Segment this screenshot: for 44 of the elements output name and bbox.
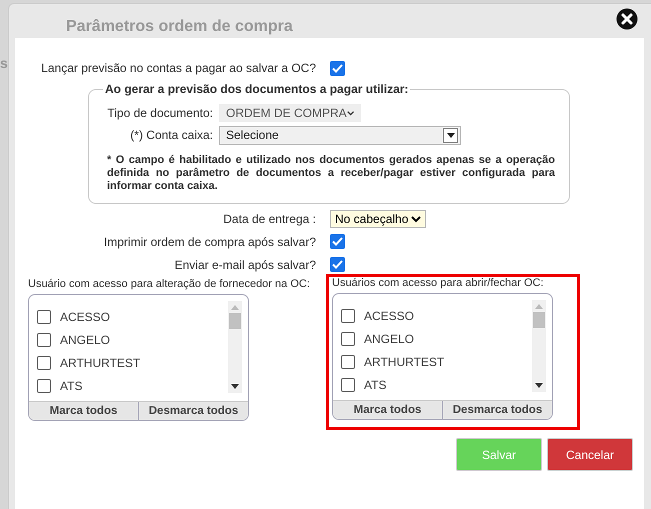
cash-account-select[interactable]: Selecione <box>219 126 461 144</box>
chevron-down-icon <box>411 216 422 222</box>
checkbox[interactable] <box>341 354 355 368</box>
note-text: * O campo é habilitado e utilizado nos documentos gerados apenas se a operação definida no parâmetro de documentos a receber/pagar estiver configurada para informar conta caixa. <box>107 154 555 193</box>
cancel-button[interactable]: Cancelar <box>547 438 633 471</box>
checkbox[interactable] <box>37 310 51 324</box>
user-name: ARTHURTEST <box>364 354 444 368</box>
user-name: ACESSO <box>364 308 414 322</box>
user-name: ACESSO <box>60 310 110 324</box>
dialog-title: Parâmetros ordem de compra <box>66 18 293 36</box>
caret-down-icon <box>446 132 454 138</box>
checkbox[interactable] <box>37 332 51 346</box>
list-button[interactable]: Marca todos <box>333 401 443 419</box>
field-label: (*) Conta caixa: <box>129 128 214 142</box>
field-label: Tipo de documento: <box>106 106 214 120</box>
scrollbar-thumb[interactable] <box>533 312 545 328</box>
background-text: s <box>0 55 8 71</box>
checkbox[interactable] <box>341 308 355 322</box>
user-name: ANGELO <box>60 332 110 346</box>
user-name: ATS <box>364 378 386 392</box>
group-legend: Ao gerar a previsão dos documentos a pagar utilizar: <box>103 82 410 96</box>
scroll-down-arrow-icon[interactable] <box>231 384 239 389</box>
option-label: Enviar e-mail após salvar? <box>174 258 317 272</box>
delivery-date-select[interactable]: No cabeçalho <box>330 210 426 228</box>
checkbox[interactable] <box>330 60 345 76</box>
chevron-down-icon <box>346 110 354 116</box>
checkbox[interactable] <box>37 356 51 370</box>
close-icon[interactable] <box>616 8 638 30</box>
checkbox[interactable] <box>341 378 355 392</box>
checkbox[interactable] <box>37 378 51 392</box>
list-button[interactable]: Marca todos <box>29 402 139 420</box>
checkbox[interactable] <box>341 332 355 346</box>
scroll-down-arrow-icon[interactable] <box>535 383 543 388</box>
scrollbar-thumb[interactable] <box>229 313 241 329</box>
field-label: Data de entrega : <box>222 212 317 226</box>
user-name: ARTHURTEST <box>60 356 140 370</box>
list-label: Usuários com acesso para abrir/fechar OC: <box>332 277 544 291</box>
option-label: Imprimir ordem de compra após salvar? <box>102 234 317 248</box>
user-name: ANGELO <box>364 332 414 346</box>
checkbox[interactable] <box>330 257 345 272</box>
list-label: Usuário com acesso para alteração de fornecedor na OC: <box>28 278 310 292</box>
user-name: ATS <box>60 378 82 392</box>
option-label: Lançar previsão no contas a pagar ao salvar a OC? <box>40 61 317 75</box>
checkbox[interactable] <box>330 234 345 249</box>
